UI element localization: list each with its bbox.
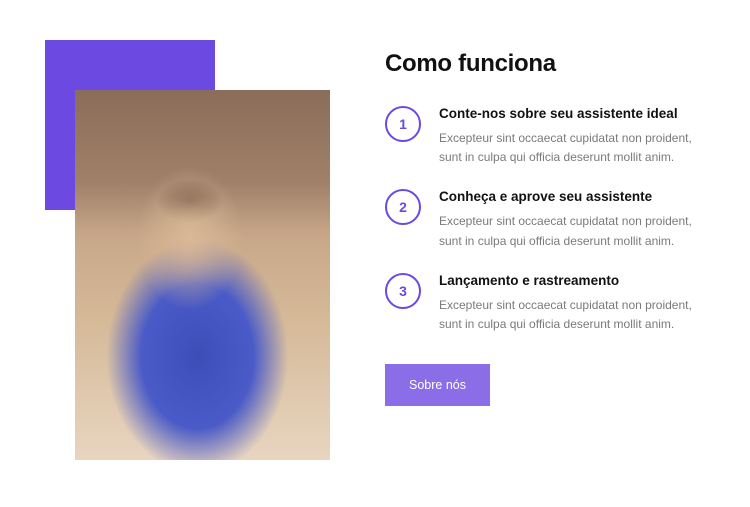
step-description: Excepteur sint occaecat cupidatat non pr… <box>439 296 705 334</box>
step-item: 3 Lançamento e rastreamento Excepteur si… <box>385 273 705 334</box>
image-section <box>45 40 330 460</box>
step-number-circle: 2 <box>385 189 421 225</box>
section-heading: Como funciona <box>385 50 705 78</box>
step-number-circle: 3 <box>385 273 421 309</box>
step-content: Conheça e aprove seu assistente Excepteu… <box>439 189 705 250</box>
step-item: 2 Conheça e aprove seu assistente Except… <box>385 189 705 250</box>
step-title: Conte-nos sobre seu assistente ideal <box>439 106 705 121</box>
about-button[interactable]: Sobre nós <box>385 364 490 406</box>
step-title: Conheça e aprove seu assistente <box>439 189 705 204</box>
hero-photo <box>75 90 330 460</box>
step-description: Excepteur sint occaecat cupidatat non pr… <box>439 212 705 250</box>
content-section: Como funciona 1 Conte-nos sobre seu assi… <box>385 40 705 406</box>
step-content: Conte-nos sobre seu assistente ideal Exc… <box>439 106 705 167</box>
main-container: Como funciona 1 Conte-nos sobre seu assi… <box>0 0 750 500</box>
step-number-circle: 1 <box>385 106 421 142</box>
step-item: 1 Conte-nos sobre seu assistente ideal E… <box>385 106 705 167</box>
step-description: Excepteur sint occaecat cupidatat non pr… <box>439 129 705 167</box>
step-content: Lançamento e rastreamento Excepteur sint… <box>439 273 705 334</box>
step-title: Lançamento e rastreamento <box>439 273 705 288</box>
